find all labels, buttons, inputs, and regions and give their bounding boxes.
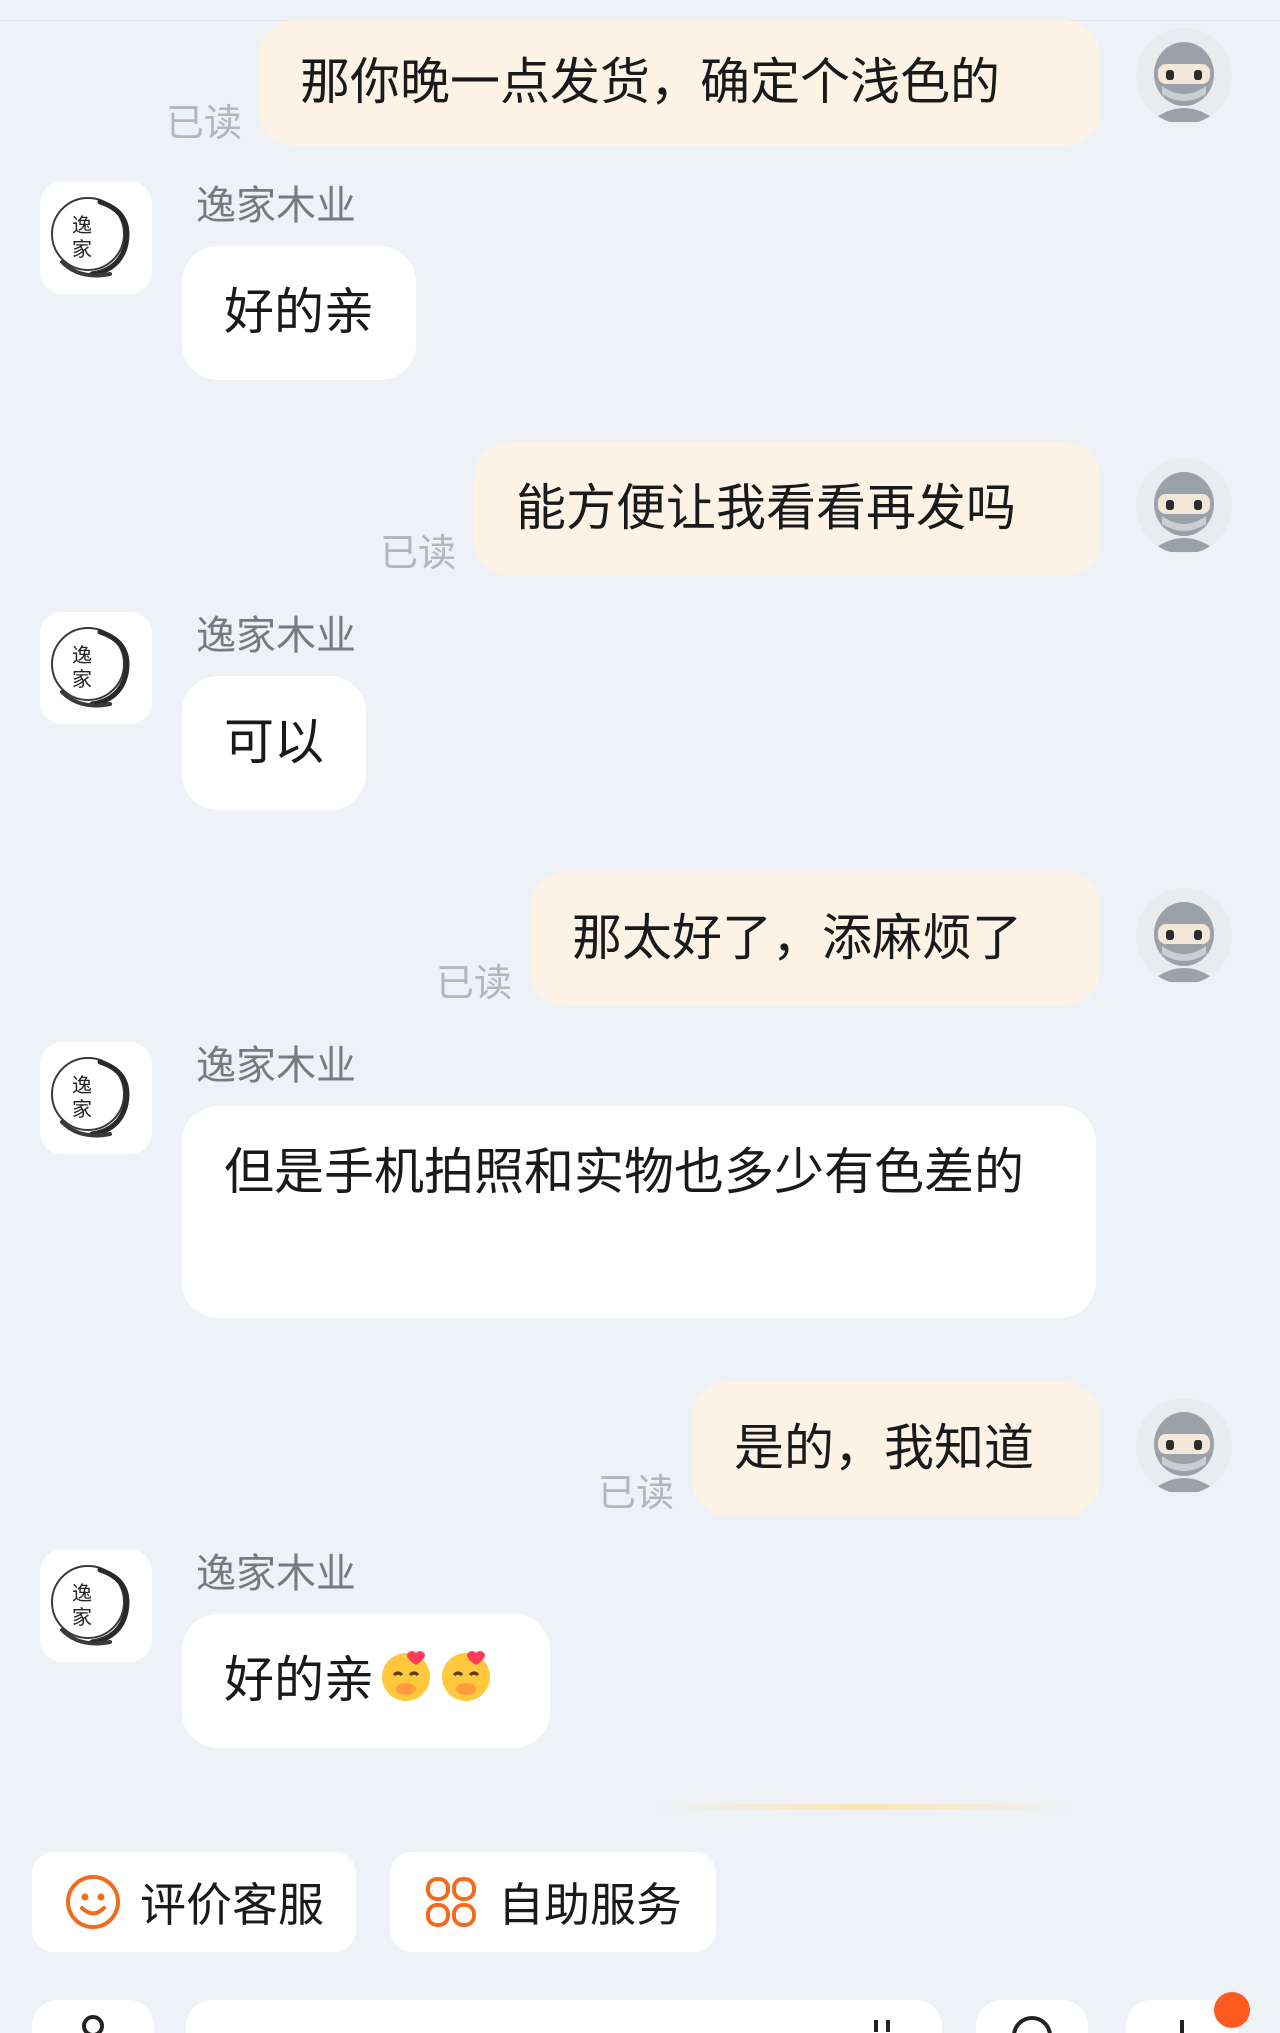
read-status: 已读: [166, 101, 243, 145]
shop-avatar[interactable]: 逸 家: [40, 1042, 152, 1154]
action-label: 自助服务: [498, 1878, 682, 1932]
message-bubble-incoming[interactable]: 好的亲: [182, 246, 416, 380]
message-text: 好的亲: [224, 283, 374, 341]
logo-char-1: 逸: [72, 1073, 92, 1097]
notification-dot: [1214, 1992, 1250, 2028]
message-text: 好的亲: [224, 1651, 374, 1709]
calligraphy-logo-icon: 逸 家: [40, 612, 152, 724]
ninja-avatar-icon: [1136, 1398, 1232, 1494]
user-avatar[interactable]: [1136, 458, 1232, 554]
read-status: 已读: [436, 961, 513, 1005]
logo-char-2: 家: [72, 237, 92, 261]
message-bubble-outgoing[interactable]: 能方便让我看看再发吗: [474, 442, 1100, 576]
ninja-avatar-icon: [1136, 28, 1232, 124]
smiley-face-icon: [66, 1875, 120, 1929]
logo-char-1: 逸: [72, 643, 92, 667]
shop-avatar[interactable]: 逸 家: [40, 612, 152, 724]
self-service-button[interactable]: 自助服务: [390, 1852, 716, 1952]
message-bubble-incoming[interactable]: 但是手机拍照和实物也多少有色差的: [182, 1106, 1096, 1318]
calligraphy-logo-icon: 逸 家: [40, 1550, 152, 1662]
message-bubble-outgoing[interactable]: 那你晚一点发货，确定个浅色的: [258, 20, 1100, 146]
message-text: 能方便让我看看再发吗: [516, 479, 1016, 537]
logo-char-2: 家: [72, 1605, 92, 1629]
message-bubble-outgoing[interactable]: 那太好了，添麻烦了: [530, 872, 1100, 1006]
message-bubble-incoming[interactable]: 可以: [182, 676, 366, 810]
smiling-face-with-hearts-icon: [382, 1651, 430, 1701]
sender-name: 逸家木业: [196, 613, 356, 659]
shop-avatar[interactable]: 逸 家: [40, 182, 152, 294]
shop-avatar[interactable]: 逸 家: [40, 1550, 152, 1662]
top-divider: [0, 0, 1280, 21]
calligraphy-logo-icon: 逸 家: [40, 182, 152, 294]
ninja-avatar-icon: [1136, 458, 1232, 554]
logo-char-2: 家: [72, 667, 92, 691]
message-input[interactable]: [186, 2000, 942, 2033]
mic-icon: [82, 2015, 104, 2033]
ninja-avatar-icon: [1136, 888, 1232, 984]
message-bubble-outgoing[interactable]: 是的，我知道: [692, 1382, 1100, 1516]
user-avatar[interactable]: [1136, 28, 1232, 124]
message-bubble-incoming[interactable]: 好的亲: [182, 1614, 550, 1748]
emoji-button[interactable]: [976, 2000, 1088, 2033]
read-status: 已读: [598, 1471, 675, 1515]
smiling-face-with-hearts-icon: [442, 1651, 490, 1701]
message-text: 但是手机拍照和实物也多少有色差的: [224, 1143, 1024, 1201]
divider-glow: [660, 1804, 1070, 1810]
rate-service-button[interactable]: 评价客服: [32, 1852, 356, 1952]
user-avatar[interactable]: [1136, 888, 1232, 984]
sender-name: 逸家木业: [196, 1043, 356, 1089]
calligraphy-logo-icon: 逸 家: [40, 1042, 152, 1154]
logo-char-2: 家: [72, 1097, 92, 1121]
message-text: 那太好了，添麻烦了: [572, 909, 1022, 967]
grid-flower-icon: [426, 1877, 476, 1927]
logo-char-1: 逸: [72, 213, 92, 237]
action-label: 评价客服: [140, 1878, 324, 1932]
user-avatar[interactable]: [1136, 1398, 1232, 1494]
input-icons: [874, 2020, 890, 2032]
voice-button[interactable]: [32, 2000, 154, 2033]
message-text: 是的，我知道: [734, 1419, 1034, 1477]
message-text: 那你晚一点发货，确定个浅色的: [300, 53, 1000, 111]
emoji-icon: [1012, 2016, 1052, 2033]
sender-name: 逸家木业: [196, 1551, 356, 1597]
chat-screen: 已读 那你晚一点发货，确定个浅色的 逸 家 逸家木业 好的亲 已读 能方便让我看: [0, 0, 1280, 2033]
read-status: 已读: [380, 531, 457, 575]
sender-name: 逸家木业: [196, 183, 356, 229]
logo-char-1: 逸: [72, 1581, 92, 1605]
message-text: 可以: [224, 713, 324, 771]
